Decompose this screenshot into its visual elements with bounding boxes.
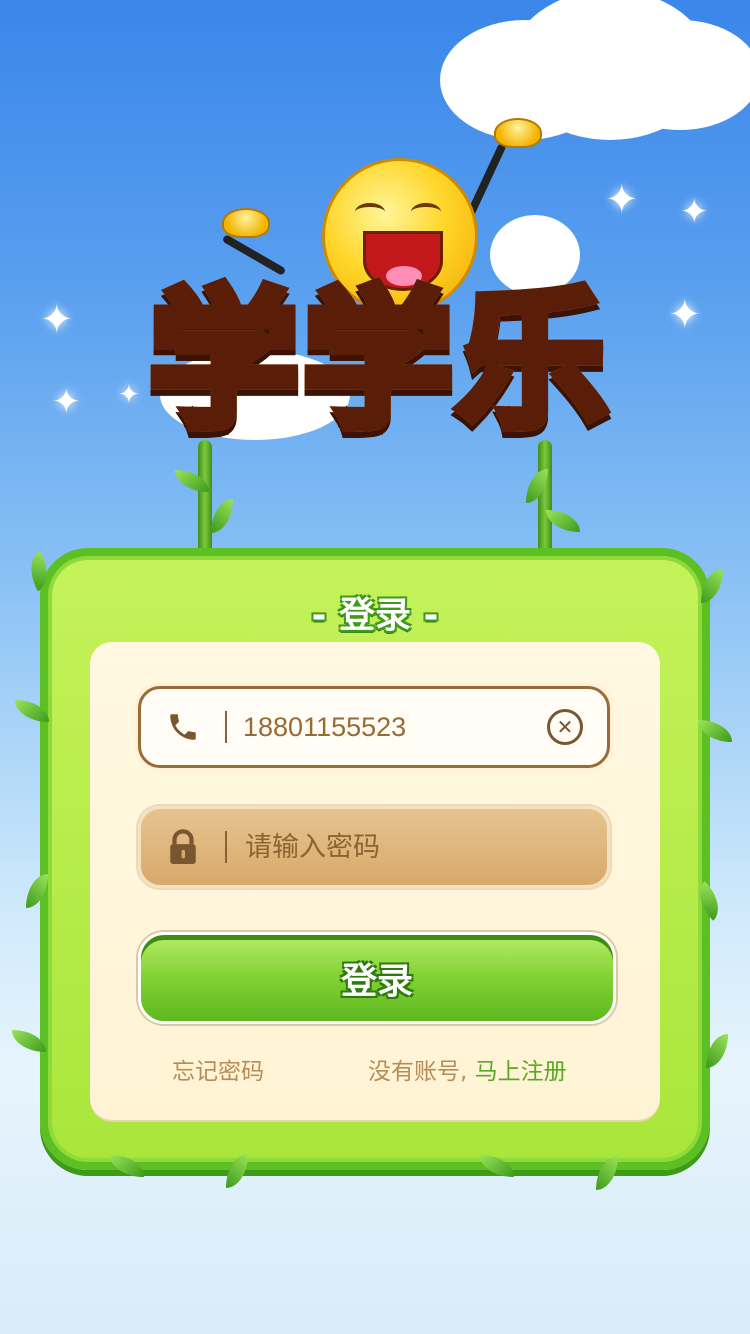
forgot-password-link[interactable]: 忘记密码 bbox=[172, 1052, 264, 1086]
register-link[interactable]: 马上注册 bbox=[475, 1059, 567, 1085]
password-field[interactable] bbox=[138, 806, 610, 888]
gold-ingot-icon bbox=[222, 208, 270, 238]
phone-field[interactable]: 18801155523 ✕ bbox=[138, 686, 610, 768]
password-input[interactable] bbox=[243, 830, 607, 864]
field-divider bbox=[225, 711, 227, 743]
phone-icon bbox=[141, 689, 225, 765]
no-account-text: 没有账号, bbox=[368, 1059, 468, 1085]
gold-ingot-icon bbox=[494, 118, 542, 148]
lock-icon bbox=[141, 809, 225, 885]
leaf bbox=[211, 499, 233, 533]
login-title: - 登录 - bbox=[311, 595, 439, 636]
sparkle-icon: ✦ bbox=[40, 297, 74, 343]
login-button[interactable]: 登录 bbox=[138, 932, 616, 1024]
field-divider bbox=[225, 831, 227, 863]
cloud bbox=[600, 20, 750, 130]
sparkle-icon: ✦ bbox=[52, 382, 81, 422]
register-line: 没有账号, 马上注册 bbox=[368, 1052, 567, 1086]
login-panel: 18801155523 ✕ 登录 忘记密码 没有账号, 马上注册 bbox=[90, 642, 660, 1120]
app-title: 学学乐 bbox=[110, 240, 650, 457]
clear-icon[interactable]: ✕ bbox=[547, 709, 583, 745]
login-board: - 登录 - 18801155523 ✕ 登录 忘记密码 没有账号, 马上注册 bbox=[40, 548, 710, 1170]
sparkle-icon: ✦ bbox=[680, 192, 709, 232]
sparkle-icon: ✦ bbox=[668, 292, 702, 338]
phone-input[interactable]: 18801155523 bbox=[243, 712, 547, 743]
app-logo: 学学乐 bbox=[110, 118, 650, 460]
